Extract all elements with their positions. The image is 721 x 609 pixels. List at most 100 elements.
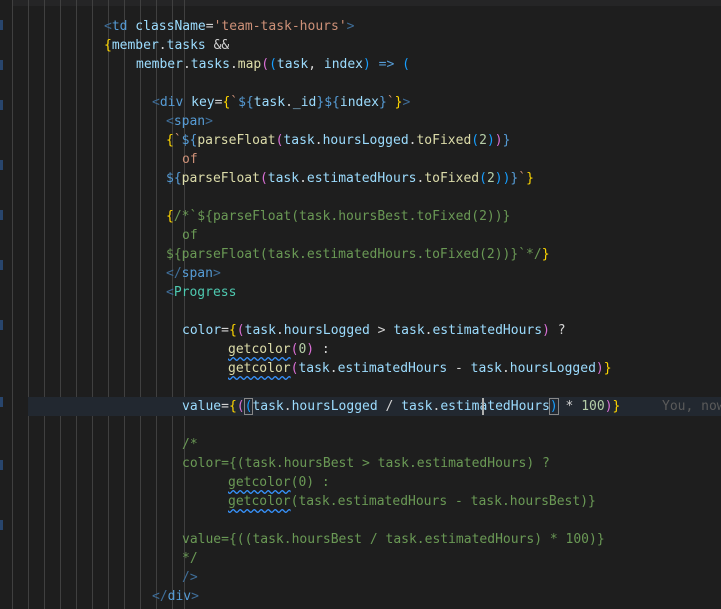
indent-guide <box>44 0 45 609</box>
code-token: member <box>136 57 183 72</box>
code-line-content: value={((task.hoursBest / task.estimated… <box>182 530 605 549</box>
code-token: key <box>183 95 215 110</box>
code-token: } <box>502 133 511 148</box>
code-token: task <box>253 95 286 110</box>
code-token: task <box>267 171 300 186</box>
code-token: ? <box>549 323 566 338</box>
code-editor[interactable]: <td className='team-task-hours'> { member.… <box>0 0 721 609</box>
code-token: > <box>191 589 199 604</box>
code-token: > <box>212 266 221 281</box>
code-token: tasks <box>166 38 206 53</box>
code-line-content: ${parseFloat(task.estimatedHours.toFixed… <box>166 245 550 264</box>
code-token: } <box>379 95 387 110</box>
code-token: - <box>447 361 471 376</box>
code-token: ( <box>471 133 480 148</box>
code-line-content: color={(task.hoursLogged > task.estimate… <box>182 321 566 340</box>
indent-guide <box>92 0 93 609</box>
code-token: 'team-task-hours' <box>213 19 347 34</box>
code-token: task <box>470 361 502 376</box>
code-token: : <box>314 342 330 357</box>
code-token: _id <box>292 95 317 110</box>
gutter-change-marker <box>0 520 3 530</box>
code-line-content: of <box>182 226 198 245</box>
code-token: task <box>244 323 276 338</box>
code-token: = <box>221 323 229 338</box>
code-token: ( <box>479 171 487 186</box>
code-token: . <box>501 361 510 376</box>
code-line-content: getcolor(task.estimatedHours - task.hour… <box>228 359 612 378</box>
code-token: > <box>205 114 213 129</box>
code-token: { <box>104 38 112 53</box>
code-token: . <box>229 57 238 72</box>
indent-guide <box>108 0 109 609</box>
code-token: ${parseFloat(task.estimatedHours.toFixed… <box>166 247 542 262</box>
code-token: ${ <box>166 171 182 186</box>
code-token: )) <box>494 171 511 186</box>
code-token: getcolor <box>228 342 291 357</box>
code-token: Progress <box>173 285 237 300</box>
code-token: task <box>283 133 315 148</box>
code-line-content: member.tasks.map((task, index) => ( <box>136 55 410 74</box>
code-line-content: <td className='team-task-hours'> <box>104 17 354 36</box>
code-token: toFixed <box>416 133 472 148</box>
code-token: span <box>173 114 206 129</box>
code-token: ) <box>486 133 495 148</box>
gutter-change-marker <box>0 210 3 220</box>
code-token: hoursLogged <box>291 399 378 414</box>
code-token: } <box>541 247 550 262</box>
code-token: * <box>557 399 582 414</box>
code-token: task <box>401 399 433 414</box>
code-token: { <box>166 209 174 224</box>
code-token: */ <box>182 551 198 566</box>
code-token: ) <box>494 133 503 148</box>
code-line-content: */ <box>182 549 198 568</box>
code-token: td <box>111 19 128 34</box>
gutter-change-marker <box>0 160 3 170</box>
code-token: getcolor <box>228 494 291 509</box>
indent-guide <box>12 0 13 609</box>
code-line-content: getcolor(task.estimatedHours - task.hour… <box>228 492 596 511</box>
gutter-change-marker <box>0 20 3 30</box>
code-token: getcolor <box>228 475 291 490</box>
code-line-content: </span> <box>166 264 221 283</box>
code-line-content: <Progress <box>166 283 236 302</box>
git-blame-annotation: You, now <box>662 399 721 414</box>
code-token: . <box>158 38 167 53</box>
indent-guide <box>76 0 77 609</box>
gutter-change-marker <box>0 60 3 70</box>
indent-guide <box>60 0 61 609</box>
code-token: } <box>394 95 403 110</box>
code-token: 2 <box>479 133 487 148</box>
code-token: (task.estimatedHours - task.hoursBest)} <box>290 494 596 509</box>
code-token: toFixed <box>424 171 480 186</box>
code-token: ( <box>236 399 245 414</box>
indent-guide <box>140 0 141 609</box>
code-token: className <box>127 19 206 34</box>
code-token: ) <box>604 399 613 414</box>
code-token: . <box>275 323 284 338</box>
code-token: { <box>166 133 174 148</box>
code-token: hoursLogged <box>509 361 596 376</box>
code-token: task <box>252 399 284 414</box>
code-token: span <box>181 266 213 281</box>
indent-guide <box>156 0 157 609</box>
code-line-content: </div> <box>152 587 199 606</box>
code-token: value={((task.hoursBest / task.estimated… <box>182 532 605 547</box>
code-token: ( <box>269 57 277 72</box>
code-line[interactable]: value={((task.hoursLogged / task.estimat… <box>28 397 721 416</box>
code-line-content: ${parseFloat(task.estimatedHours.toFixed… <box>166 169 534 188</box>
code-token: ${ <box>181 133 198 148</box>
gutter-change-marker <box>0 100 3 110</box>
code-token: ) <box>595 361 604 376</box>
code-token: task <box>276 57 309 72</box>
code-token: color <box>182 323 222 338</box>
code-line-content: {/*`${parseFloat(task.hoursBest.toFixed(… <box>166 207 510 226</box>
code-token: ` <box>518 171 527 186</box>
code-line-content: <span> <box>166 112 213 131</box>
code-token: div <box>167 589 192 604</box>
code-line-content: getcolor(0) : <box>228 473 330 492</box>
code-token: /*`${parseFloat(task.hoursBest.toFixed(2… <box>173 209 511 224</box>
code-token: > <box>369 323 394 338</box>
code-token: = <box>221 399 229 414</box>
gutter-change-marker <box>0 397 3 407</box>
